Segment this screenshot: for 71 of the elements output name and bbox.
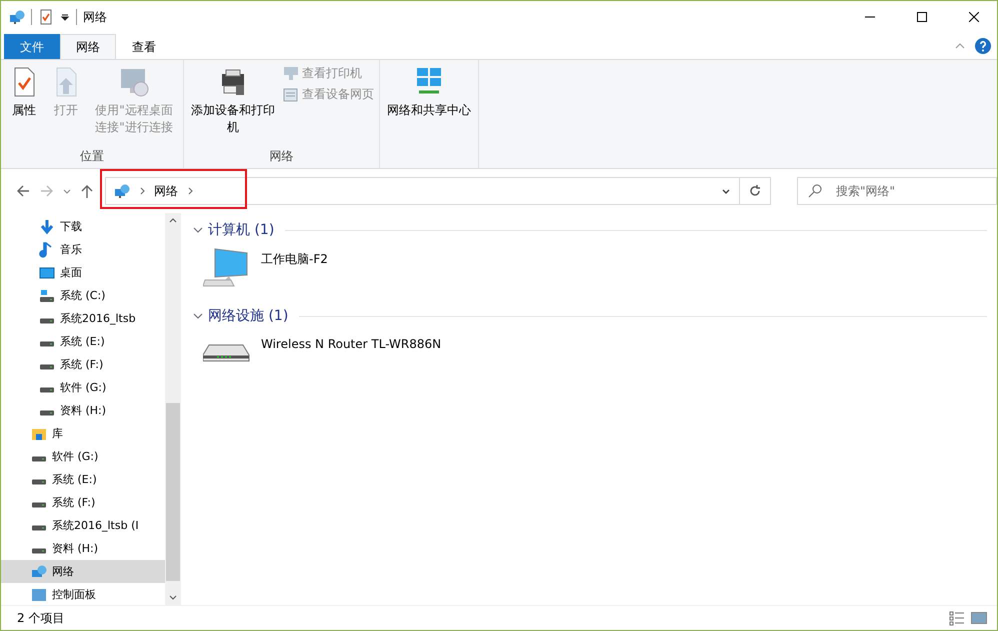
nav-item[interactable]: 系统 (F:) xyxy=(1,491,165,514)
nav-item[interactable]: 系统 (E:) xyxy=(1,330,165,353)
collapse-icon[interactable] xyxy=(193,225,203,235)
nav-item[interactable]: 软件 (G:) xyxy=(1,445,165,468)
nav-item[interactable]: 桌面 xyxy=(1,261,165,284)
ribbon-button[interactable]: 属性 xyxy=(4,64,44,148)
drive-icon xyxy=(39,318,55,324)
item-label[interactable]: Wireless N Router TL-WR886N xyxy=(261,337,442,351)
close-icon xyxy=(969,12,979,22)
network-icon xyxy=(31,564,47,580)
ribbon-button[interactable]: 网络和共享中心 xyxy=(383,64,475,148)
help-icon[interactable] xyxy=(975,38,991,54)
ribbon-group-label: 网络 xyxy=(268,148,294,165)
nav-item[interactable]: 网络 xyxy=(1,560,165,583)
desktop-icon xyxy=(39,264,55,280)
nav-item[interactable]: 软件 (G:) xyxy=(1,376,165,399)
ribbon-tab[interactable]: 查看 xyxy=(116,34,172,59)
network-icon xyxy=(9,9,25,25)
drive-icon xyxy=(31,525,47,531)
collapse-icon[interactable] xyxy=(193,311,203,321)
drive-icon xyxy=(31,479,47,485)
network-icon xyxy=(114,183,130,199)
nav-item[interactable]: 系统2016_ltsb (I xyxy=(1,514,165,537)
nav-item[interactable]: 系统 (F:) xyxy=(1,353,165,376)
search-icon xyxy=(807,183,823,199)
details-view-icon[interactable] xyxy=(949,610,965,626)
chevron-icon[interactable] xyxy=(138,187,146,195)
properties-icon[interactable] xyxy=(38,9,54,25)
recent-locations-icon[interactable] xyxy=(63,187,71,195)
ribbon-tab[interactable]: 网络 xyxy=(60,34,116,59)
ribbon-group-label: 位置 xyxy=(79,148,105,165)
scrollbar[interactable] xyxy=(165,213,181,605)
drive-icon xyxy=(31,548,47,554)
back-arrow-icon[interactable] xyxy=(15,183,31,199)
window-title: 网络 xyxy=(83,8,107,26)
ribbon-button[interactable]: 添加设备和打印机 xyxy=(187,64,279,148)
drive-icon xyxy=(39,288,55,304)
group-header[interactable]: 计算机 (1) xyxy=(208,221,274,239)
drive-icon xyxy=(31,456,47,462)
up-arrow-icon[interactable] xyxy=(79,183,95,199)
nav-item[interactable]: 控制面板 xyxy=(1,583,165,606)
breadcrumb[interactable]: 网络 xyxy=(154,182,178,200)
refresh-button[interactable] xyxy=(739,177,771,205)
nav-item[interactable]: 音乐 xyxy=(1,238,165,261)
drive-icon xyxy=(39,387,55,393)
maximize-icon xyxy=(917,12,927,22)
search-field[interactable]: 搜索"网络" xyxy=(797,177,997,205)
chevron-icon[interactable] xyxy=(186,187,194,195)
drive-icon xyxy=(31,502,47,508)
scroll-up-icon[interactable] xyxy=(169,217,177,225)
ribbon-tab[interactable]: 文件 xyxy=(4,34,60,59)
nav-item[interactable]: 资料 (H:) xyxy=(1,537,165,560)
drive-icon xyxy=(39,364,55,370)
drive-icon xyxy=(39,410,55,416)
nav-item[interactable]: 系统 (E:) xyxy=(1,468,165,491)
scroll-down-icon[interactable] xyxy=(169,593,177,601)
collapse-ribbon-icon[interactable] xyxy=(955,41,965,51)
item-count: 2 个项目 xyxy=(17,610,64,626)
nav-item[interactable]: 系统2016_ltsb xyxy=(1,307,165,330)
nav-item[interactable]: 系统 (C:) xyxy=(1,284,165,307)
large-icons-view-icon[interactable] xyxy=(971,610,987,626)
dropdown-icon[interactable] xyxy=(60,12,70,22)
download-arrow-icon xyxy=(39,218,55,234)
item-label[interactable]: 工作电脑-F2 xyxy=(261,251,328,268)
group-header[interactable]: 网络设施 (1) xyxy=(208,307,288,325)
nav-item[interactable]: 下载 xyxy=(1,215,165,238)
address-bar[interactable]: 网络 xyxy=(105,177,740,205)
drive-icon xyxy=(39,341,55,347)
nav-item[interactable]: 资料 (H:) xyxy=(1,399,165,422)
nav-item[interactable]: 库 xyxy=(1,422,165,445)
web-page-icon xyxy=(283,86,299,102)
